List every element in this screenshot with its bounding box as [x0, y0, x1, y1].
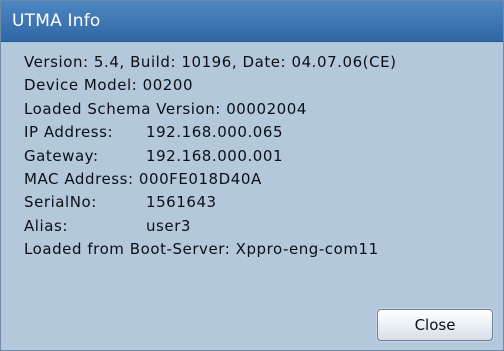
ip-address-value: 192.168.000.065 [146, 123, 284, 142]
ip-address-label: IP Address: [24, 123, 114, 142]
boot-server-text: Loaded from Boot-Server: Xppro-eng-com11 [24, 240, 379, 259]
info-panel: Version: 5.4, Build: 10196, Date: 04.07.… [24, 52, 494, 263]
ip-address-row: IP Address: 192.168.000.065 [24, 122, 494, 145]
mac-address-row: MAC Address: 000FE018D40A [24, 169, 494, 192]
device-model-text: Device Model: 00200 [24, 76, 194, 95]
close-button[interactable]: Close [377, 309, 493, 341]
gateway-label: Gateway: [24, 146, 99, 165]
version-text: Version: 5.4, Build: 10196, Date: 04.07.… [24, 53, 397, 71]
dialog-title: UTMA Info [12, 11, 101, 31]
gateway-value: 192.168.000.001 [146, 146, 284, 165]
gateway-row: Gateway: 192.168.000.001 [24, 146, 494, 169]
device-model-row: Device Model: 00200 [24, 75, 494, 98]
mac-address-text: MAC Address: 000FE018D40A [24, 169, 262, 188]
boot-server-row: Loaded from Boot-Server: Xppro-eng-com11 [24, 239, 494, 262]
schema-version-row: Loaded Schema Version: 00002004 [24, 99, 494, 122]
alias-value: user3 [146, 216, 192, 235]
schema-version-text: Loaded Schema Version: 00002004 [24, 99, 307, 118]
alias-row: Alias: user3 [24, 216, 494, 239]
serial-row: SerialNo: 1561643 [24, 192, 494, 215]
utma-info-dialog: UTMA Info Version: 5.4, Build: 10196, Da… [0, 0, 504, 351]
serial-value: 1561643 [146, 193, 217, 212]
dialog-titlebar: UTMA Info [1, 1, 503, 42]
alias-label: Alias: [24, 216, 68, 235]
version-row: Version: 5.4, Build: 10196, Date: 04.07.… [24, 52, 494, 75]
serial-label: SerialNo: [24, 193, 97, 212]
